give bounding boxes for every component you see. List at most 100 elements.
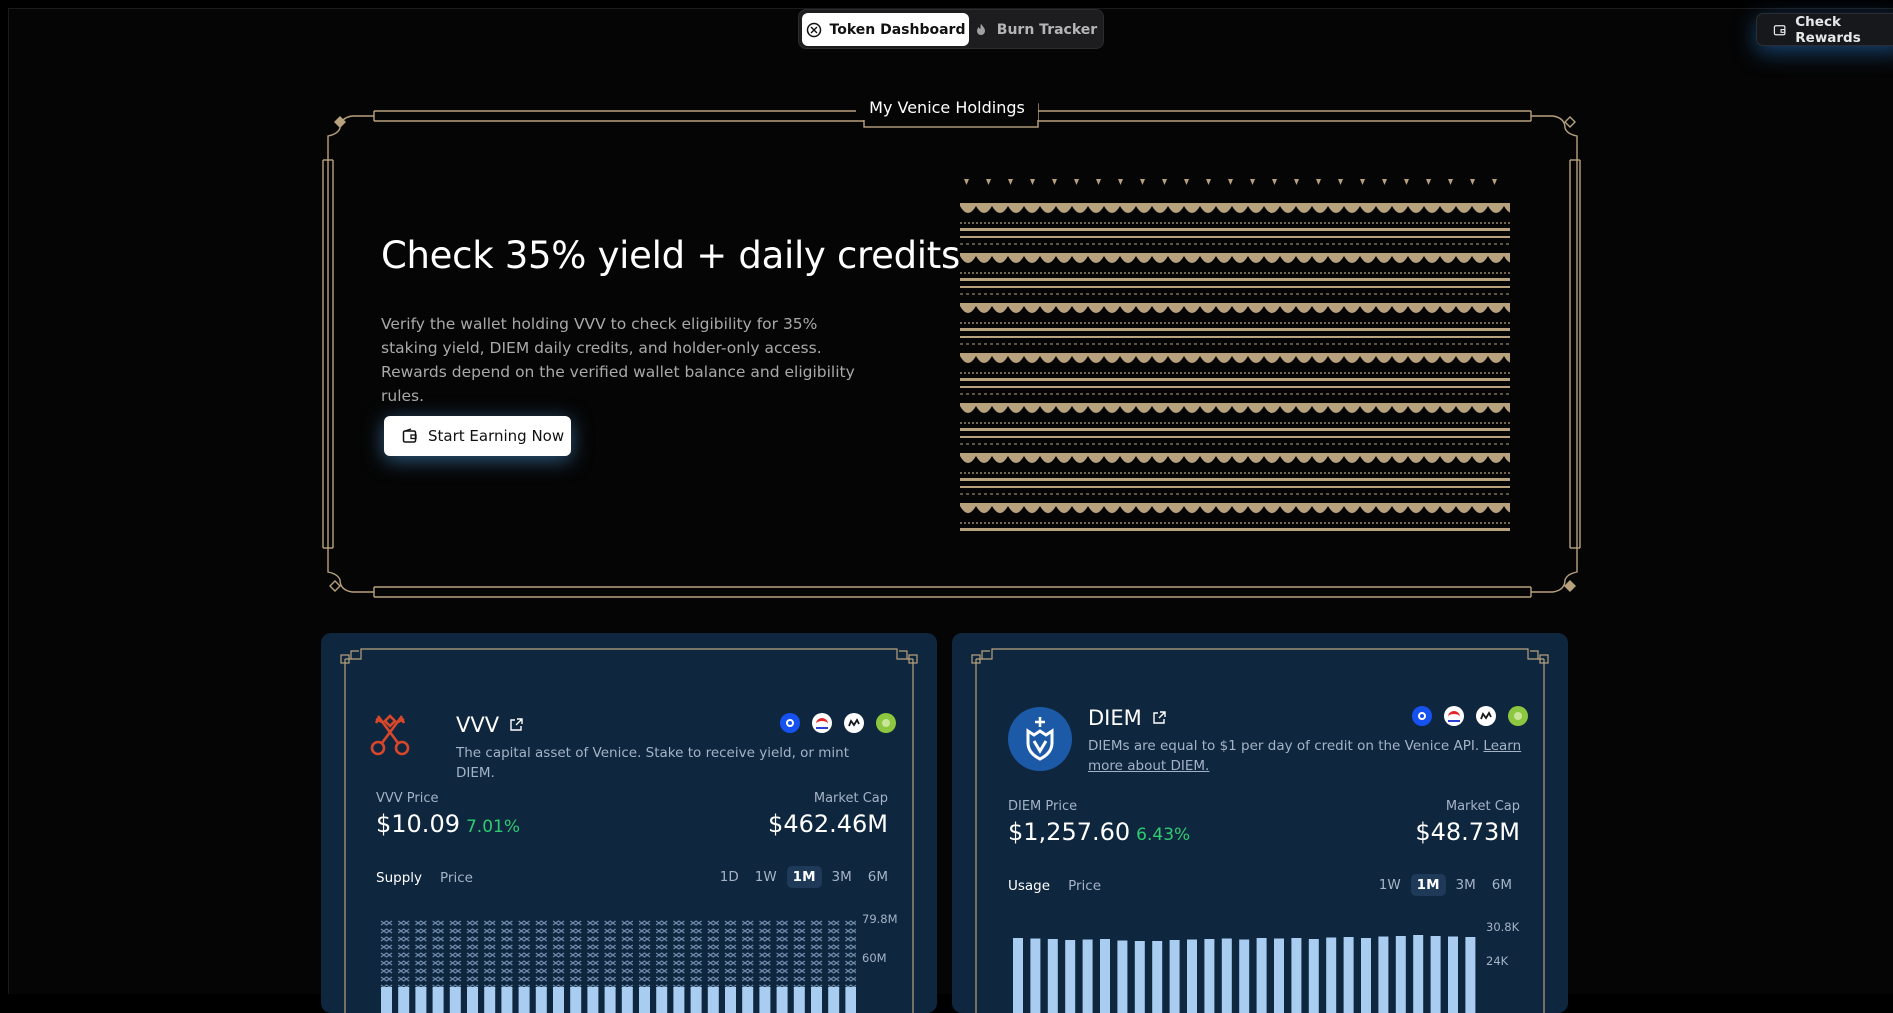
usage-bar	[1030, 939, 1040, 1013]
price-value: $10.09	[376, 810, 460, 838]
usage-bar	[1117, 941, 1127, 1013]
market-cap-value: $462.46M	[768, 810, 888, 838]
supply-bar	[501, 921, 512, 1013]
supply-bar	[570, 921, 581, 1013]
range-1w[interactable]: 1W	[749, 866, 783, 888]
usage-bar	[1083, 940, 1093, 1013]
usage-bar	[1222, 939, 1232, 1013]
axis-tick: 79.8M	[862, 912, 898, 926]
token-link-icons	[1412, 706, 1528, 726]
usage-bar	[1448, 937, 1458, 1013]
range-selector: 1W 1M 3M 6M	[1373, 874, 1518, 896]
coingecko-icon[interactable]	[1508, 706, 1528, 726]
usage-bar	[1413, 935, 1423, 1013]
token-name-link[interactable]: VVV	[456, 713, 523, 737]
usage-bar	[1378, 937, 1388, 1013]
range-1w[interactable]: 1W	[1373, 874, 1407, 896]
range-selector: 1D 1W 1M 3M 6M	[714, 866, 894, 888]
supply-bar	[828, 921, 839, 1013]
description-text: DIEMs are equal to $1 per day of credit …	[1088, 738, 1479, 754]
usage-bar	[1431, 936, 1441, 1013]
supply-bar	[794, 921, 805, 1013]
holdings-ornate-frame	[0, 0, 1893, 620]
supply-bar	[622, 921, 633, 1013]
usage-bar	[1361, 938, 1371, 1013]
hero-description: Verify the wallet holding VVV to check e…	[381, 312, 861, 408]
tab-price[interactable]: Price	[1068, 878, 1101, 894]
coinbase-icon[interactable]	[780, 713, 800, 733]
coingecko-icon[interactable]	[876, 713, 896, 733]
supply-bar	[381, 921, 392, 1013]
axis-tick: 60M	[862, 951, 887, 965]
keys-logo-icon	[364, 708, 416, 760]
usage-bar	[1170, 940, 1180, 1013]
supply-bar	[605, 921, 616, 1013]
tab-price[interactable]: Price	[440, 870, 473, 886]
usage-chart	[1009, 923, 1479, 1013]
diem-logo-icon	[1008, 707, 1072, 771]
base-bridge-icon[interactable]	[1444, 706, 1464, 726]
vvv-token-card: VVV The capital asset of Venice. Stake t…	[321, 633, 937, 1013]
usage-bar	[1135, 941, 1145, 1013]
token-description: DIEMs are equal to $1 per day of credit …	[1088, 736, 1528, 776]
range-6m[interactable]: 6M	[1486, 874, 1518, 896]
tab-supply[interactable]: Supply	[376, 870, 422, 886]
token-price: $10.097.01%	[376, 810, 520, 838]
wallet-icon	[402, 428, 418, 444]
market-cap-label: Market Cap	[1446, 799, 1520, 814]
supply-bar	[587, 921, 598, 1013]
hero-title: Check 35% yield + daily credits	[381, 234, 960, 277]
token-link-icons	[780, 713, 896, 733]
supply-bar	[519, 921, 530, 1013]
token-name-link[interactable]: DIEM	[1088, 706, 1166, 730]
supply-bar	[484, 921, 495, 1013]
axis-tick: 30.8K	[1486, 920, 1519, 934]
supply-bar	[415, 921, 426, 1013]
supply-bar	[742, 921, 753, 1013]
token-price: $1,257.606.43%	[1008, 818, 1190, 846]
usage-bar	[1048, 939, 1058, 1013]
usage-bar	[1065, 940, 1075, 1013]
supply-bar	[639, 921, 650, 1013]
section-label: My Venice Holdings	[856, 95, 1038, 120]
range-3m[interactable]: 3M	[1450, 874, 1482, 896]
token-name: VVV	[456, 713, 499, 737]
usage-bar	[1152, 941, 1162, 1013]
usage-bar	[1274, 939, 1284, 1013]
tab-usage[interactable]: Usage	[1008, 878, 1050, 894]
usage-bar	[1396, 936, 1406, 1013]
usage-bar	[1291, 938, 1301, 1013]
external-link-icon	[509, 718, 523, 732]
token-name: DIEM	[1088, 706, 1142, 730]
range-3m[interactable]: 3M	[826, 866, 858, 888]
supply-bar	[708, 921, 719, 1013]
usage-bar	[1257, 938, 1267, 1013]
decorative-pattern	[960, 171, 1510, 531]
external-link-icon	[1152, 711, 1166, 725]
supply-bar	[777, 921, 788, 1013]
usage-bar	[1465, 937, 1475, 1013]
usage-bar	[1239, 940, 1249, 1013]
base-bridge-icon[interactable]	[812, 713, 832, 733]
price-label: VVV Price	[376, 791, 439, 806]
coinmarketcap-icon[interactable]	[844, 713, 864, 733]
start-earning-button[interactable]: Start Earning Now	[384, 416, 571, 456]
coinbase-icon[interactable]	[1412, 706, 1432, 726]
range-1d[interactable]: 1D	[714, 866, 745, 888]
supply-chart	[376, 917, 856, 1013]
supply-bar	[845, 921, 856, 1013]
usage-bar	[1344, 937, 1354, 1013]
range-6m[interactable]: 6M	[862, 866, 894, 888]
usage-bar	[1013, 938, 1023, 1013]
price-value: $1,257.60	[1008, 818, 1130, 846]
supply-bar	[691, 921, 702, 1013]
range-1m[interactable]: 1M	[787, 866, 822, 888]
chart-type-tabs: Supply Price	[376, 870, 473, 886]
range-1m[interactable]: 1M	[1411, 874, 1446, 896]
supply-bar	[553, 921, 564, 1013]
market-cap-label: Market Cap	[814, 791, 888, 806]
supply-bar	[433, 921, 444, 1013]
supply-bar	[673, 921, 684, 1013]
coinmarketcap-icon[interactable]	[1476, 706, 1496, 726]
supply-bar	[656, 921, 667, 1013]
